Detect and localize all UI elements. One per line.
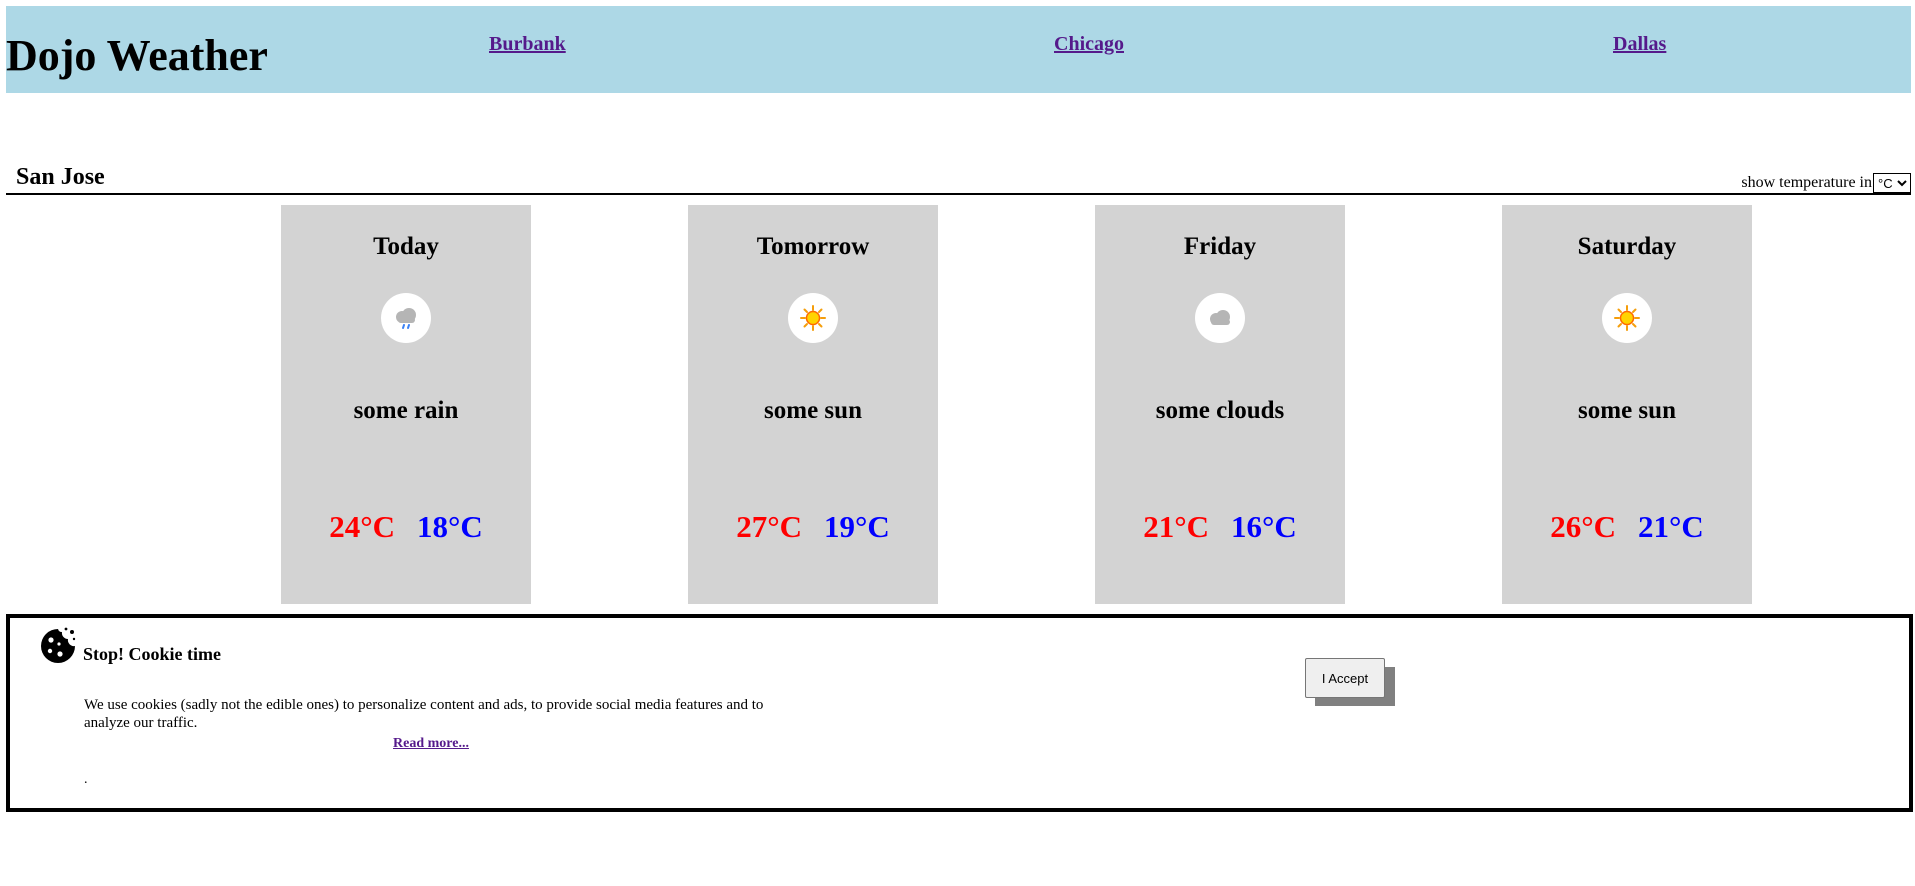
cookie-trailing-text: .: [84, 772, 88, 787]
sun-icon: [788, 293, 838, 343]
city-name: San Jose: [16, 164, 105, 190]
cookie-title: Stop! Cookie time: [83, 644, 221, 664]
temperature-unit-select[interactable]: °C: [1873, 173, 1911, 193]
forecast-temps: 27°C 19°C: [688, 509, 938, 545]
forecast-day: Tomorrow: [756, 233, 870, 260]
site-title: Dojo Weather: [6, 31, 268, 80]
forecast-day: Today: [373, 233, 439, 260]
cookie-banner: Stop! Cookie time We use cookies (sadly …: [6, 614, 1913, 812]
accept-cookies-button[interactable]: I Accept: [1305, 658, 1385, 698]
forecast-card-saturday: Saturday some sun 26°C 21°C: [1502, 205, 1752, 604]
high-temp: 24°C: [329, 509, 395, 544]
low-temp: 16°C: [1231, 509, 1297, 544]
unit-control: show temperature in °C: [1741, 173, 1911, 193]
high-temp: 26°C: [1550, 509, 1616, 544]
nav-link-burbank[interactable]: Burbank: [489, 33, 566, 56]
high-temp: 27°C: [736, 509, 802, 544]
site-header: Dojo Weather Burbank Chicago Dallas: [6, 6, 1911, 93]
unit-label: show temperature in: [1741, 174, 1872, 191]
forecast-card-friday: Friday some clouds 21°C 16°C: [1095, 205, 1345, 604]
forecast-day: Friday: [1183, 233, 1257, 260]
city-bar: San Jose show temperature in °C: [6, 160, 1911, 195]
rain-cloud-icon: [381, 293, 431, 343]
forecast-card-tomorrow: Tomorrow some sun 27°C 19°C: [688, 205, 938, 604]
high-temp: 21°C: [1143, 509, 1209, 544]
forecast-temps: 21°C 16°C: [1095, 509, 1345, 545]
low-temp: 21°C: [1638, 509, 1704, 544]
low-temp: 19°C: [824, 509, 890, 544]
forecast-description: some sun: [1578, 397, 1676, 424]
cookie-text: We use cookies (sadly not the edible one…: [84, 697, 764, 731]
forecast-card-today: Today some rain 24°C 18°C: [281, 205, 531, 604]
read-more-link[interactable]: Read more...: [393, 736, 469, 752]
sun-icon: [1602, 293, 1652, 343]
forecast-description: some rain: [353, 397, 459, 424]
forecast-description: some clouds: [1155, 397, 1285, 424]
forecast-day: Saturday: [1577, 233, 1677, 260]
forecast-temps: 26°C 21°C: [1502, 509, 1752, 545]
cloud-icon: [1195, 293, 1245, 343]
forecast-description: some sun: [764, 397, 862, 424]
cookie-icon: [41, 627, 76, 663]
low-temp: 18°C: [417, 509, 483, 544]
nav-link-chicago[interactable]: Chicago: [1054, 33, 1124, 56]
nav-link-dallas[interactable]: Dallas: [1613, 33, 1666, 56]
forecast-temps: 24°C 18°C: [281, 509, 531, 545]
